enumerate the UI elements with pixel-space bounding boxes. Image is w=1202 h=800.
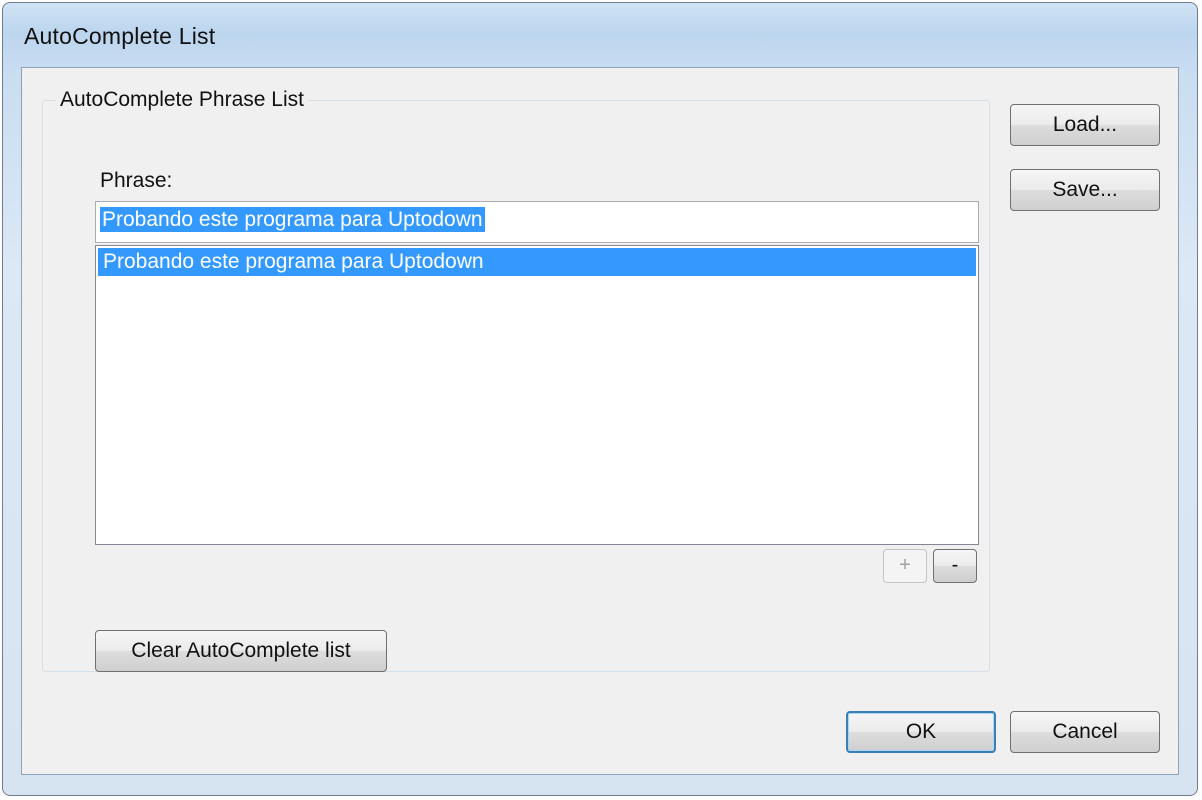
phrase-input[interactable]: Probando este programa para Uptodown <box>95 201 979 243</box>
phrase-list[interactable]: Probando este programa para Uptodown <box>95 245 979 545</box>
remove-phrase-button[interactable]: - <box>933 549 977 583</box>
dialog-window: AutoComplete List Phrase: Probando este … <box>2 2 1198 796</box>
save-button[interactable]: Save... <box>1010 169 1160 211</box>
cancel-button[interactable]: Cancel <box>1010 711 1160 753</box>
list-item[interactable]: Probando este programa para Uptodown <box>98 248 976 276</box>
groupbox-legend: AutoComplete Phrase List <box>56 88 308 112</box>
window-title: AutoComplete List <box>24 23 216 49</box>
ok-button[interactable]: OK <box>846 711 996 753</box>
phrase-list-groupbox: Phrase: Probando este programa para Upto… <box>42 100 990 672</box>
phrase-input-selected-text: Probando este programa para Uptodown <box>100 207 485 232</box>
phrase-label: Phrase: <box>100 169 173 192</box>
dialog-client-area: Phrase: Probando este programa para Upto… <box>21 67 1179 775</box>
load-button[interactable]: Load... <box>1010 104 1160 146</box>
add-phrase-button[interactable]: + <box>883 549 927 583</box>
clear-autocomplete-button[interactable]: Clear AutoComplete list <box>95 630 387 672</box>
